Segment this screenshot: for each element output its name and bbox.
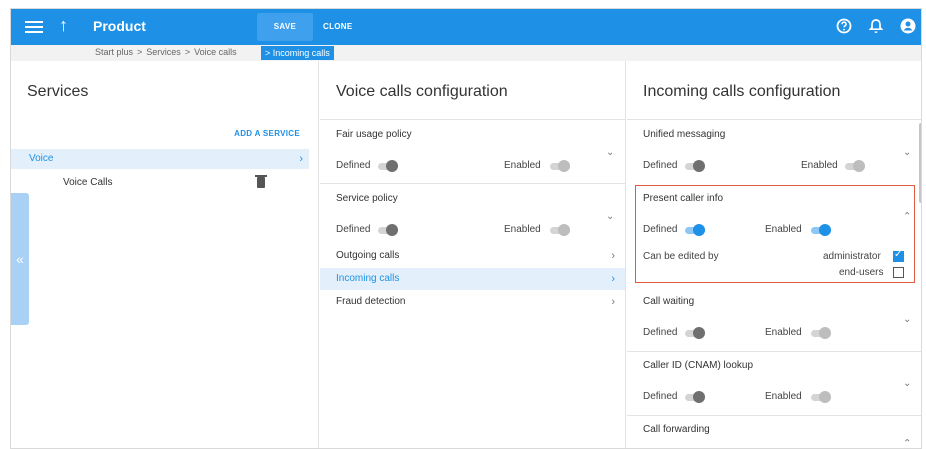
breadcrumb-current: > Incoming calls [261,46,334,60]
breadcrumb-separator: > [184,47,191,57]
chevron-right-icon: › [611,250,615,262]
service-policy-enabled-toggle[interactable] [548,224,572,236]
voice-calls-config-panel: Voice calls configuration Fair usage pol… [320,61,626,448]
call-waiting-defined-toggle[interactable] [683,327,707,339]
defined-label: Defined [643,391,678,402]
save-button[interactable]: SAVE [257,13,313,41]
chevron-up-icon[interactable]: ⌄ [903,209,911,220]
chevron-down-icon[interactable]: ⌄ [903,314,911,325]
clone-button[interactable]: CLONE [323,13,353,41]
defined-label: Defined [336,160,371,171]
add-service-button[interactable]: ADD A SERVICE [234,129,300,138]
chevron-down-icon[interactable]: ⌄ [903,147,911,158]
enabled-label: Enabled [801,160,838,171]
service-item-voice-calls[interactable]: Voice Calls [63,177,112,188]
service-policy-title: Service policy [336,193,398,204]
administrator-checkbox[interactable] [893,249,904,262]
nav-label: Fraud detection [336,296,406,307]
present-enabled-toggle[interactable] [809,224,833,236]
nav-item-fraud-detection[interactable]: Fraud detection › [320,291,625,313]
breadcrumb: Start plus > Services > Voice calls > In… [11,45,921,61]
call-forwarding-title: Call forwarding [643,424,710,435]
services-heading: Services [27,83,89,100]
can-be-edited-by-label: Can be edited by [643,251,719,262]
fair-usage-title: Fair usage policy [336,129,412,140]
voice-config-heading: Voice calls configuration [336,83,508,100]
divider [320,119,625,120]
call-waiting-title: Call waiting [643,296,695,307]
cnam-defined-toggle[interactable] [683,391,707,403]
enabled-label: Enabled [504,224,541,235]
trash-icon[interactable] [255,175,267,188]
fair-usage-defined-toggle[interactable] [376,160,400,172]
enabled-label: Enabled [765,224,802,235]
present-caller-info-title: Present caller info [643,193,724,204]
call-waiting-enabled-toggle[interactable] [809,327,833,339]
enabled-label: Enabled [504,160,541,171]
unified-enabled-toggle[interactable] [843,160,867,172]
hamburger-icon[interactable] [25,18,43,36]
unified-messaging-title: Unified messaging [643,129,726,140]
scrollbar[interactable] [919,123,921,203]
chevron-right-icon: › [299,153,303,165]
divider [320,183,625,184]
incoming-calls-config-panel: Incoming calls configuration Unified mes… [627,61,921,448]
breadcrumb-item-services[interactable]: Services [146,47,181,57]
service-label: Voice [29,153,54,164]
enabled-label: Enabled [765,327,802,338]
fair-usage-enabled-toggle[interactable] [548,160,572,172]
chevron-right-icon: › [611,296,615,308]
chevron-up-icon[interactable]: ⌄ [903,436,911,447]
top-bar: ↑ Product SAVE CLONE [11,9,921,45]
divider [627,415,921,416]
incoming-config-heading: Incoming calls configuration [643,83,841,100]
administrator-label: administrator [823,251,881,262]
enabled-label: Enabled [765,391,802,402]
help-icon[interactable] [835,17,853,35]
services-panel: Services ADD A SERVICE Voice › Voice Cal… [11,61,319,448]
divider [627,119,921,120]
end-users-checkbox[interactable] [893,267,904,278]
arrow-up-icon[interactable]: ↑ [59,15,68,36]
nav-item-outgoing-calls[interactable]: Outgoing calls › [320,245,625,267]
present-defined-toggle[interactable] [683,224,707,236]
defined-label: Defined [643,224,678,235]
breadcrumb-separator: > [137,47,143,57]
defined-label: Defined [643,327,678,338]
breadcrumb-item-start-plus[interactable]: Start plus [95,47,133,57]
breadcrumb-item-voice-calls[interactable]: Voice calls [194,47,237,57]
nav-label: Incoming calls [336,273,400,284]
chevron-right-icon: › [611,273,615,285]
defined-label: Defined [643,160,678,171]
account-icon[interactable] [899,17,917,35]
nav-item-incoming-calls[interactable]: Incoming calls › [320,268,625,290]
service-policy-defined-toggle[interactable] [376,224,400,236]
divider [627,351,921,352]
bell-icon[interactable] [867,17,885,35]
page-title: Product [93,18,146,34]
chevron-down-icon[interactable]: ⌄ [606,147,614,158]
app-frame: ↑ Product SAVE CLONE Start plus > Servic… [10,8,922,449]
cnam-enabled-toggle[interactable] [809,391,833,403]
unified-defined-toggle[interactable] [683,160,707,172]
cnam-lookup-title: Caller ID (CNAM) lookup [643,360,754,371]
chevron-down-icon[interactable]: ⌄ [606,211,614,222]
collapse-panel-handle[interactable]: « [11,193,29,325]
nav-label: Outgoing calls [336,250,400,261]
defined-label: Defined [336,224,371,235]
service-item-voice[interactable]: Voice › [11,149,309,169]
end-users-label: end-users [839,267,884,278]
chevron-down-icon[interactable]: ⌄ [903,378,911,389]
